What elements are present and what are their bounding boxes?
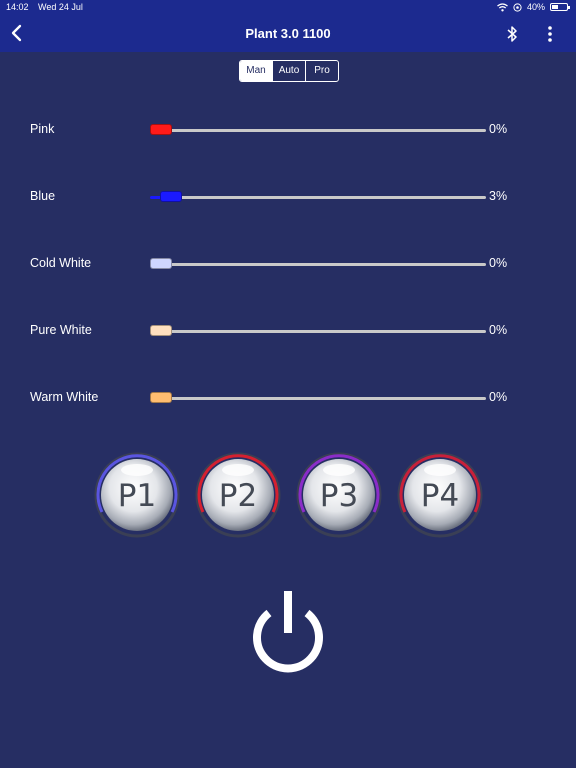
more-vertical-icon[interactable] <box>546 24 554 44</box>
power-icon[interactable] <box>247 589 329 673</box>
page-title: Plant 3.0 1100 <box>245 26 331 41</box>
slider-thumb[interactable] <box>150 124 172 135</box>
channel-label: Blue <box>30 189 56 203</box>
preset-label: P1 <box>117 478 157 514</box>
channel-value: 0% <box>489 390 508 404</box>
preset-label: P3 <box>319 478 359 514</box>
slider-thumb[interactable] <box>150 258 172 269</box>
slider-thumb[interactable] <box>160 191 183 202</box>
nav-bar: Plant 3.0 1100 <box>0 15 576 52</box>
slider-track[interactable] <box>160 263 486 266</box>
channel-label: Pure White <box>30 323 92 337</box>
status-date: Wed 24 Jul <box>38 2 83 12</box>
wifi-icon <box>497 2 508 11</box>
slider-thumb[interactable] <box>150 392 172 403</box>
preset-p4-button[interactable]: P4 <box>397 452 483 538</box>
channel-label: Cold White <box>30 256 92 270</box>
slider-track[interactable] <box>160 397 486 400</box>
slider-track[interactable] <box>160 129 486 132</box>
bluetooth-icon[interactable] <box>504 24 520 44</box>
channel-row-warm-white: Warm White 0% <box>0 388 576 408</box>
channel-row-pure-white: Pure White 0% <box>0 321 576 341</box>
slider-thumb[interactable] <box>150 325 172 336</box>
slider-track[interactable] <box>160 196 486 199</box>
slider-track[interactable] <box>160 330 486 333</box>
channel-label: Warm White <box>30 390 99 404</box>
battery-percent: 40% <box>526 2 545 12</box>
preset-p3-button[interactable]: P3 <box>296 452 382 538</box>
channel-row-pink: Pink 0% <box>0 120 576 140</box>
preset-p1-button[interactable]: P1 <box>94 452 180 538</box>
preset-p2-button[interactable]: P2 <box>195 452 281 538</box>
mode-pro-tab[interactable]: Pro <box>305 61 338 81</box>
channel-row-cold-white: Cold White 0% <box>0 254 576 274</box>
mode-auto-tab[interactable]: Auto <box>272 61 305 81</box>
channel-value: 0% <box>489 256 508 270</box>
status-bar: 14:02 Wed 24 Jul 40% <box>0 0 576 15</box>
channel-value: 0% <box>489 323 508 337</box>
mode-man-tab[interactable]: Man <box>240 61 272 81</box>
status-time: 14:02 <box>6 2 29 12</box>
mode-segmented-control: Man Auto Pro <box>239 60 339 82</box>
channel-label: Pink <box>30 122 55 136</box>
channel-value: 0% <box>489 122 508 136</box>
battery-icon <box>550 3 570 11</box>
channel-value: 3% <box>489 189 508 203</box>
preset-buttons: P1 P2 P3 P4 <box>0 452 576 538</box>
preset-label: P4 <box>420 478 460 514</box>
preset-label: P2 <box>218 478 258 514</box>
location-icon <box>513 2 522 12</box>
channel-row-blue: Blue 3% <box>0 187 576 207</box>
status-right: 40% <box>497 2 570 12</box>
